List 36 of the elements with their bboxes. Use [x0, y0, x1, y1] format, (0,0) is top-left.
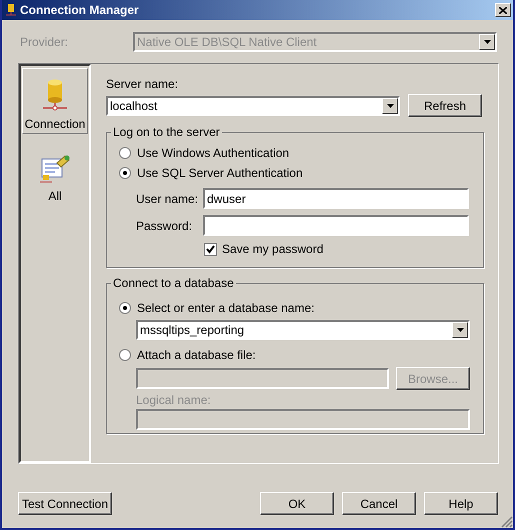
database-icon	[42, 79, 68, 113]
window-title: Connection Manager	[20, 3, 140, 17]
checkbox[interactable]	[204, 242, 217, 256]
user-name-field[interactable]: dwuser	[203, 188, 469, 209]
logical-name-field[interactable]	[136, 409, 470, 430]
group-title: Connect to a database	[112, 276, 235, 290]
refresh-button[interactable]: Refresh	[408, 94, 482, 117]
radio-button[interactable]	[119, 349, 131, 361]
group-title: Log on to the server	[112, 125, 221, 139]
password-field[interactable]	[203, 215, 469, 236]
server-name-dropdown[interactable]: localhost	[106, 96, 400, 116]
logical-name-label: Logical name:	[136, 393, 212, 407]
radio-button[interactable]	[119, 167, 131, 179]
database-icon	[6, 3, 16, 17]
radio-label: Use Windows Authentication	[137, 146, 290, 160]
sidebar-item[interactable]: All	[22, 144, 88, 206]
dialog-button[interactable]: OK	[260, 492, 334, 515]
properties-icon	[39, 155, 71, 185]
database-name-dropdown[interactable]: mssqltips_reporting	[136, 320, 470, 340]
radio-button[interactable]	[119, 302, 131, 314]
dialog-button[interactable]: Test Connection	[18, 492, 112, 515]
dialog-button[interactable]: Help	[424, 492, 498, 515]
radio-label: Attach a database file:	[137, 348, 256, 362]
close-button[interactable]	[495, 3, 511, 17]
radio-label: Select or enter a database name:	[137, 301, 314, 315]
checkbox-label: Save my password	[222, 242, 324, 256]
sidebar-item[interactable]: Connection	[22, 68, 88, 134]
radio-label: Use SQL Server Authentication	[137, 166, 303, 180]
provider-label: Provider:	[20, 35, 70, 49]
dialog-button[interactable]: Cancel	[342, 492, 416, 515]
user-name-label: User name:	[135, 192, 200, 206]
resize-grip-icon[interactable]	[501, 516, 513, 528]
radio-button[interactable]	[119, 147, 131, 159]
close-icon	[499, 6, 507, 14]
server-name-label: Server name:	[106, 77, 180, 91]
password-label: Password:	[135, 218, 194, 232]
